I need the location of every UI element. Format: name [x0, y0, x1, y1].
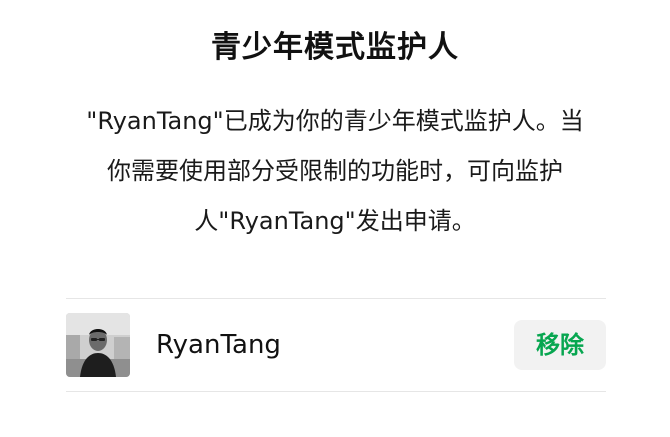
- avatar[interactable]: [66, 313, 130, 377]
- remove-button[interactable]: 移除: [514, 320, 606, 370]
- page-title: 青少年模式监护人: [211, 30, 459, 65]
- guardian-description: "RyanTang"已成为你的青少年模式监护人。当 你需要使用部分受限制的功能时…: [86, 107, 584, 235]
- person-photo-icon: [66, 313, 130, 377]
- guardian-name: RyanTang: [156, 330, 281, 360]
- guardian-row: RyanTang 移除: [66, 299, 606, 391]
- divider-bottom: [66, 391, 606, 392]
